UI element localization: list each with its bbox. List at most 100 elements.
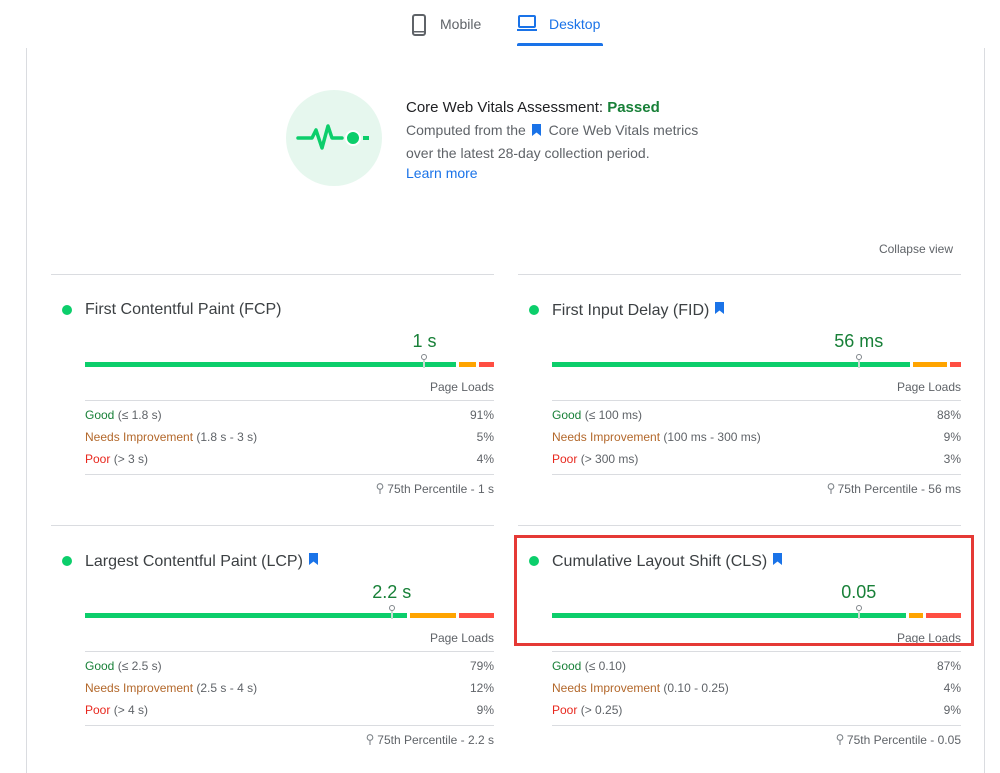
active-tab-indicator (517, 43, 604, 46)
rating-label: Good (85, 408, 115, 422)
rating-percentage: 79% (469, 659, 494, 673)
tab-mobile[interactable]: Mobile (410, 12, 481, 48)
laptop-icon (517, 13, 537, 36)
bar-segment-needs-improvement (409, 613, 456, 618)
metric-title: First Input Delay (FID) (552, 301, 725, 320)
rating-label: Poor (85, 452, 111, 466)
metric-title-text: Largest Contentful Paint (LCP) (85, 553, 303, 570)
rating-range: (≤ 0.10) (584, 659, 626, 673)
assessment-description-line2: over the latest 28-day collection period… (406, 145, 650, 161)
percentile-readout: 75th Percentile - 0.05 (836, 733, 961, 747)
rating-range: (> 300 ms) (580, 452, 639, 466)
pin-icon (376, 482, 387, 496)
bar-segment-good (85, 362, 456, 367)
metric-value: 2.2 s (372, 582, 412, 602)
status-good-dot-icon (529, 305, 539, 315)
distribution-bar (552, 605, 961, 619)
page-loads-label: Page Loads (896, 631, 961, 645)
percentile-text: 75th Percentile - 56 ms (837, 482, 961, 496)
rating-label: Good (552, 408, 582, 422)
metric-title: First Contentful Paint (FCP) (85, 301, 282, 319)
bar-segment-good (85, 613, 407, 618)
rating-percentage: 5% (476, 430, 494, 444)
bar-segment-poor (925, 613, 961, 618)
device-tabs: Mobile Desktop (0, 0, 1000, 48)
metric-value: 0.05 (841, 582, 877, 602)
pin-icon (836, 733, 847, 747)
tab-mobile-label: Mobile (440, 16, 482, 32)
percentile-marker-icon (855, 605, 863, 619)
bar-segment-poor (950, 362, 961, 367)
tab-desktop[interactable]: Desktop (517, 12, 604, 48)
page-loads-label: Page Loads (429, 380, 494, 394)
percentile-readout: 75th Percentile - 2.2 s (366, 733, 494, 747)
divider (85, 651, 494, 652)
heartbeat-pulse-icon (286, 90, 382, 186)
distribution-bar (552, 354, 961, 368)
assessment-line1-prefix: Computed from the (406, 122, 526, 138)
rating-label: Poor (552, 703, 578, 717)
panel-border-right (984, 48, 985, 773)
bar-segment-needs-improvement (913, 362, 948, 367)
collapse-view-button[interactable]: Collapse view (879, 242, 953, 256)
divider (85, 725, 494, 726)
rating-percentage: 9% (943, 430, 961, 444)
divider (552, 725, 961, 726)
distribution-label: Needs Improvement (2.5 s - 4 s) (85, 681, 257, 703)
assessment-status: Passed (607, 99, 660, 116)
metric-value: 1 s (412, 331, 437, 351)
percentile-readout: 75th Percentile - 56 ms (827, 482, 961, 496)
metric-title-text: First Input Delay (FID) (552, 302, 710, 319)
rating-percentage: 91% (469, 408, 494, 422)
bar-segment-needs-improvement (909, 613, 923, 618)
distribution-label: Good (≤ 100 ms) (552, 408, 642, 430)
rating-range: (100 ms - 300 ms) (663, 430, 761, 444)
rating-label: Good (552, 659, 582, 673)
metric-card-cls: Cumulative Layout Shift (CLS) 0.05 Page … (518, 525, 961, 773)
rating-percentage: 87% (936, 659, 961, 673)
rating-range: (> 3 s) (113, 452, 149, 466)
rating-range: (0.10 - 0.25) (663, 681, 729, 695)
metric-card-lcp: Largest Contentful Paint (LCP) 2.2 s Pag… (51, 525, 494, 773)
distribution-list: Good (≤ 0.10) 87% Needs Improvement (0.1… (552, 659, 961, 725)
status-good-dot-icon (62, 305, 72, 315)
divider (552, 474, 961, 475)
distribution-row-needs-improvement: Needs Improvement (1.8 s - 3 s) 5% (85, 430, 494, 452)
core-web-vital-bookmark-icon (773, 552, 783, 570)
percentile-marker-icon (420, 354, 428, 368)
distribution-label: Needs Improvement (1.8 s - 3 s) (85, 430, 257, 452)
distribution-label: Good (≤ 0.10) (552, 659, 626, 681)
distribution-list: Good (≤ 2.5 s) 79% Needs Improvement (2.… (85, 659, 494, 725)
bar-segment-poor (458, 613, 494, 618)
learn-more-link[interactable]: Learn more (406, 164, 746, 182)
rating-percentage: 9% (476, 703, 494, 717)
card-divider (518, 274, 961, 275)
distribution-row-good: Good (≤ 2.5 s) 79% (85, 659, 494, 681)
percentile-marker-icon (388, 605, 396, 619)
rating-range: (2.5 s - 4 s) (196, 681, 258, 695)
percentile-readout: 75th Percentile - 1 s (376, 482, 494, 496)
rating-percentage: 3% (943, 452, 961, 466)
distribution-bar (85, 605, 494, 619)
rating-label: Needs Improvement (552, 430, 661, 444)
distribution-row-needs-improvement: Needs Improvement (100 ms - 300 ms) 9% (552, 430, 961, 452)
page-loads-label: Page Loads (896, 380, 961, 394)
assessment-description-line1: Computed from the Core Web Vitals metric… (406, 119, 746, 142)
distribution-label: Poor (> 300 ms) (552, 452, 638, 474)
bar-segment-poor (479, 362, 494, 367)
rating-label: Needs Improvement (85, 430, 194, 444)
rating-percentage: 4% (476, 452, 494, 466)
divider (552, 651, 961, 652)
distribution-label: Needs Improvement (0.10 - 0.25) (552, 681, 729, 703)
percentile-text: 75th Percentile - 2.2 s (377, 733, 494, 747)
pin-icon (827, 482, 838, 496)
metric-title-text: First Contentful Paint (FCP) (85, 301, 282, 318)
card-divider (51, 525, 494, 526)
rating-range: (1.8 s - 3 s) (196, 430, 258, 444)
distribution-label: Good (≤ 1.8 s) (85, 408, 162, 430)
rating-range: (> 0.25) (580, 703, 623, 717)
bar-segment-needs-improvement (458, 362, 477, 367)
card-divider (518, 525, 961, 526)
assessment-title-text: Core Web Vitals Assessment: (406, 99, 604, 116)
metric-value: 56 ms (834, 331, 884, 351)
